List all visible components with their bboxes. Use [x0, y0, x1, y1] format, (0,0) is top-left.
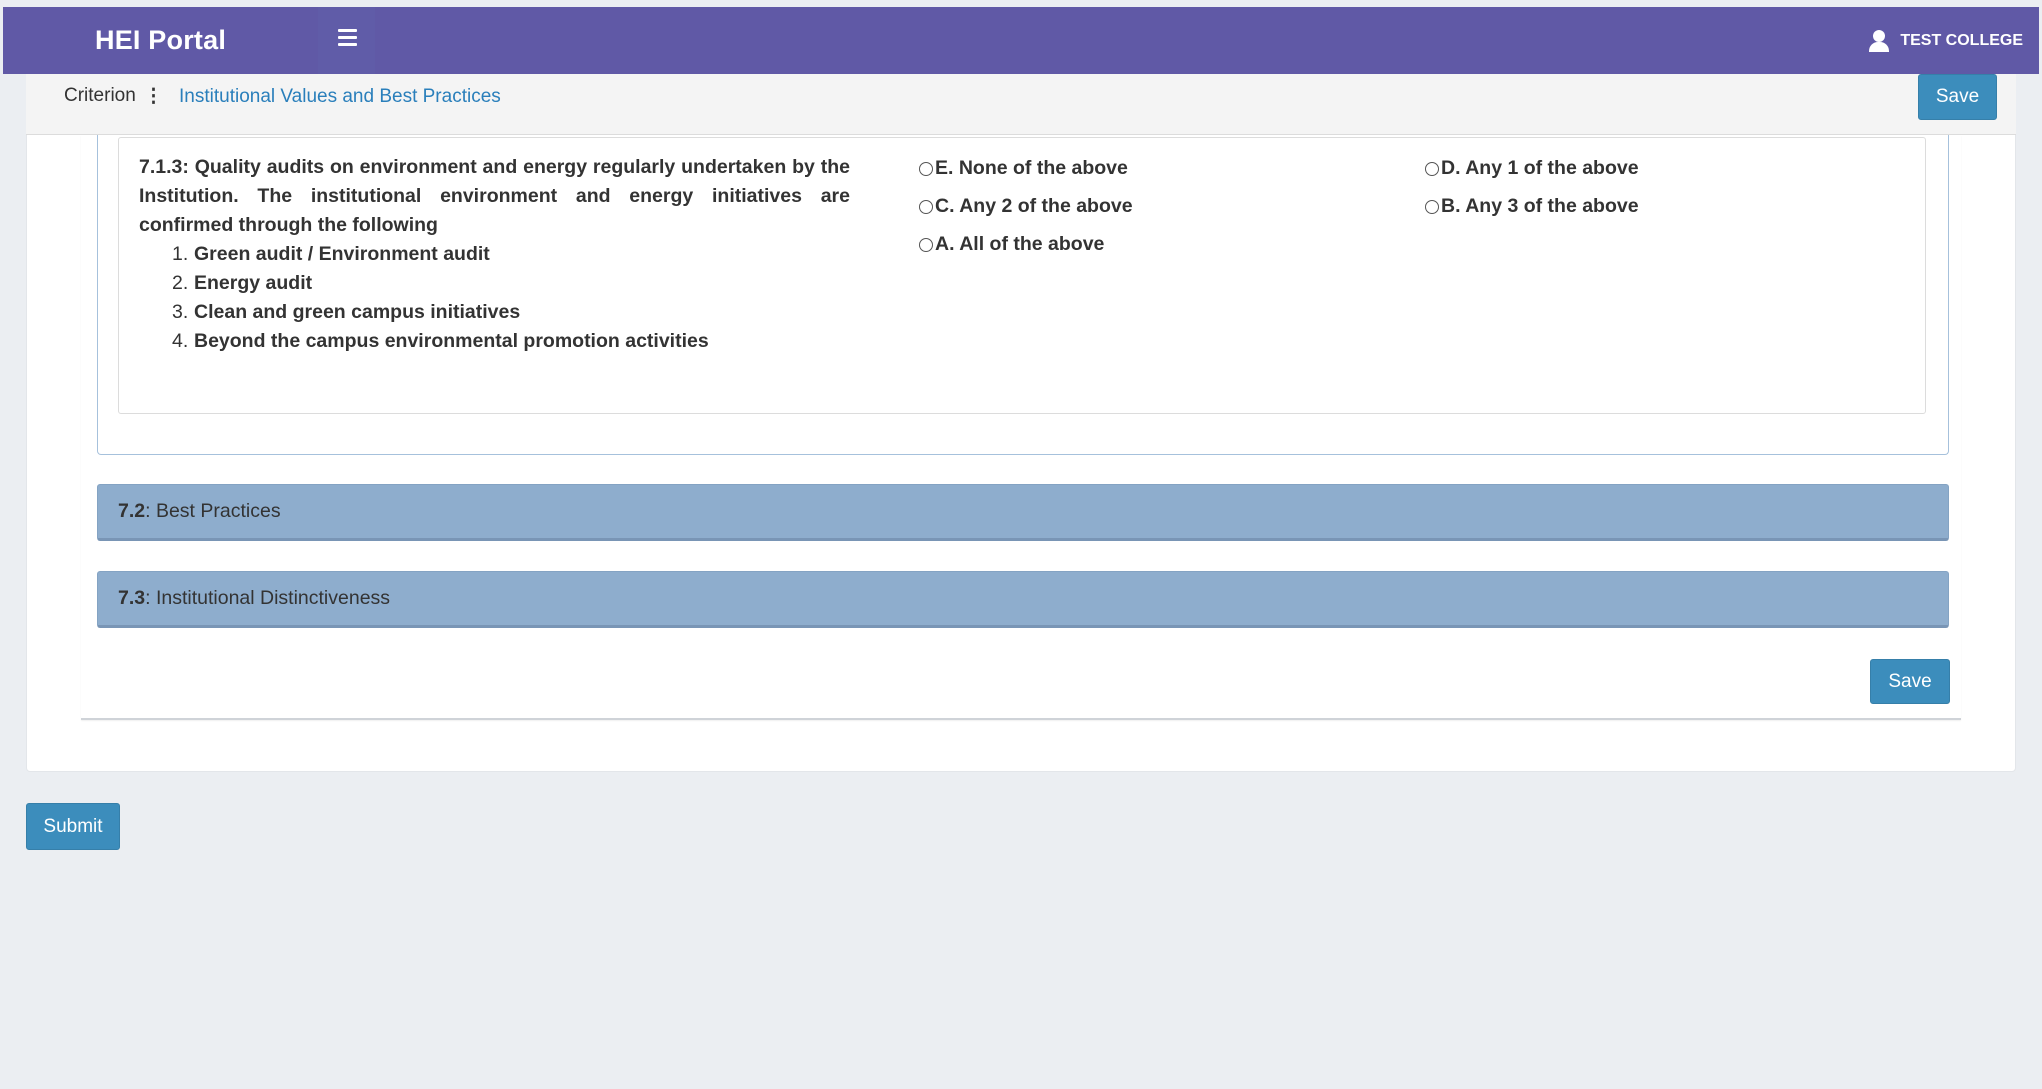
question-text: 7.1.3: Quality audits on environment and…	[139, 156, 850, 236]
save-button-bottom[interactable]: Save	[1870, 659, 1950, 704]
section-7-3-header[interactable]: 7.3: Institutional Distinctiveness	[97, 571, 1949, 628]
criterion-menu-icon[interactable]: ⋮	[144, 85, 163, 108]
section-title: : Institutional Distinctiveness	[145, 587, 391, 609]
user-icon	[1868, 29, 1890, 53]
criterion-title[interactable]: Institutional Values and Best Practices	[179, 86, 501, 108]
submit-button[interactable]: Submit	[26, 803, 120, 850]
radio-icon[interactable]	[919, 161, 933, 176]
section-title: : Best Practices	[145, 500, 281, 522]
section-code: 7.3	[118, 587, 146, 609]
list-item: 4. Beyond the campus environmental promot…	[172, 330, 709, 352]
save-button-top[interactable]: Save	[1918, 74, 1997, 120]
radio-icon[interactable]	[1425, 161, 1439, 176]
list-item: 1. Green audit / Environment audit	[172, 243, 490, 265]
radio-icon[interactable]	[919, 199, 933, 214]
option-d-radio[interactable]: D. Any 1 of the above	[1425, 157, 1639, 180]
user-name: TEST COLLEGE	[1900, 32, 2023, 49]
option-c-radio[interactable]: C. Any 2 of the above	[919, 195, 1133, 218]
hamburger-icon[interactable]	[318, 7, 375, 74]
section-code: 7.2	[118, 500, 146, 522]
question-items: 1. Green audit / Environment audit 2. Ener…	[172, 240, 709, 356]
option-a-radio[interactable]: A. All of the above	[919, 233, 1104, 256]
list-item: 2. Energy audit	[172, 272, 313, 294]
top-navbar: HEI Portal TEST COLLEGE	[3, 7, 2039, 74]
user-menu[interactable]: TEST COLLEGE	[1868, 29, 2023, 53]
criterion-bar: Criterion ⋮ Institutional Values and Bes…	[26, 74, 2016, 135]
option-b-radio[interactable]: B. Any 3 of the above	[1425, 195, 1639, 218]
brand-title[interactable]: HEI Portal	[95, 25, 226, 56]
radio-icon[interactable]	[919, 237, 933, 252]
list-item: 3. Clean and green campus initiatives	[172, 301, 521, 323]
criterion-label: Criterion	[64, 85, 136, 106]
section-7-2-header[interactable]: 7.2: Best Practices	[97, 484, 1949, 541]
radio-icon[interactable]	[1425, 199, 1439, 214]
option-e-radio[interactable]: E. None of the above	[919, 157, 1128, 180]
